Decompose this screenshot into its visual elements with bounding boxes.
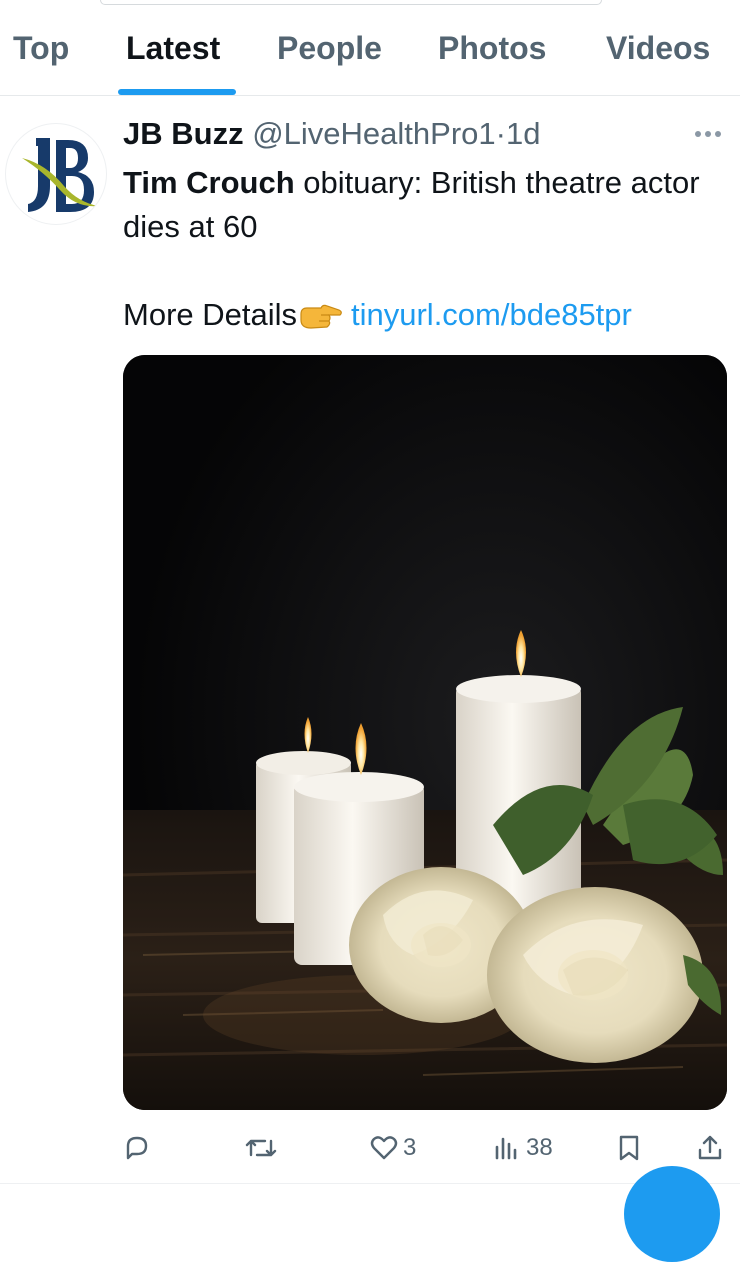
avatar[interactable] [5, 123, 107, 225]
bookmark-button[interactable] [614, 1128, 644, 1168]
tab-photos[interactable]: Photos [438, 30, 546, 67]
separator-dot: · [495, 116, 506, 151]
tab-top[interactable]: Top [13, 30, 69, 67]
views-button[interactable]: 38 [492, 1128, 553, 1168]
heart-icon [370, 1136, 398, 1160]
candles-roses-image [123, 355, 727, 1110]
tab-latest[interactable]: Latest [126, 30, 220, 67]
like-button[interactable]: 3 [369, 1128, 416, 1168]
tab-videos[interactable]: Videos [606, 30, 710, 67]
retweet-icon [245, 1139, 277, 1157]
tweet-text: Tim Crouch obituary: British theatre act… [123, 161, 723, 249]
compose-button[interactable] [624, 1166, 720, 1262]
details-label: More Details [123, 297, 297, 332]
jb-logo-icon [22, 138, 98, 212]
author-handle[interactable]: @LiveHealthPro1 [252, 116, 495, 151]
tweet-header: JB Buzz @LiveHealthPro1·1d [123, 116, 540, 152]
views-count: 38 [526, 1134, 553, 1161]
views-chart-icon [495, 1137, 517, 1160]
reply-button[interactable] [122, 1128, 156, 1168]
details-line: More Details tinyurl.com/bde85tpr [123, 293, 632, 337]
retweet-button[interactable] [245, 1128, 281, 1168]
share-icon [698, 1135, 722, 1160]
share-button[interactable] [695, 1128, 725, 1168]
tweet-age[interactable]: 1d [506, 116, 540, 151]
more-options-icon[interactable] [690, 124, 730, 144]
tweet-text-bold: Tim Crouch [123, 165, 295, 200]
active-tab-indicator [118, 89, 236, 95]
author-name[interactable]: JB Buzz [123, 116, 244, 151]
bookmark-icon [619, 1135, 639, 1161]
tab-people[interactable]: People [277, 30, 382, 67]
search-tabs: Top Latest People Photos Videos [0, 0, 740, 96]
reply-icon [126, 1136, 148, 1160]
tweet-actions: 3 38 [0, 1128, 740, 1168]
tweet-link[interactable]: tinyurl.com/bde85tpr [351, 297, 632, 332]
pointing-hand-icon [300, 304, 342, 329]
like-count: 3 [403, 1134, 417, 1161]
divider [0, 1183, 740, 1184]
tweet-image[interactable] [123, 355, 727, 1110]
